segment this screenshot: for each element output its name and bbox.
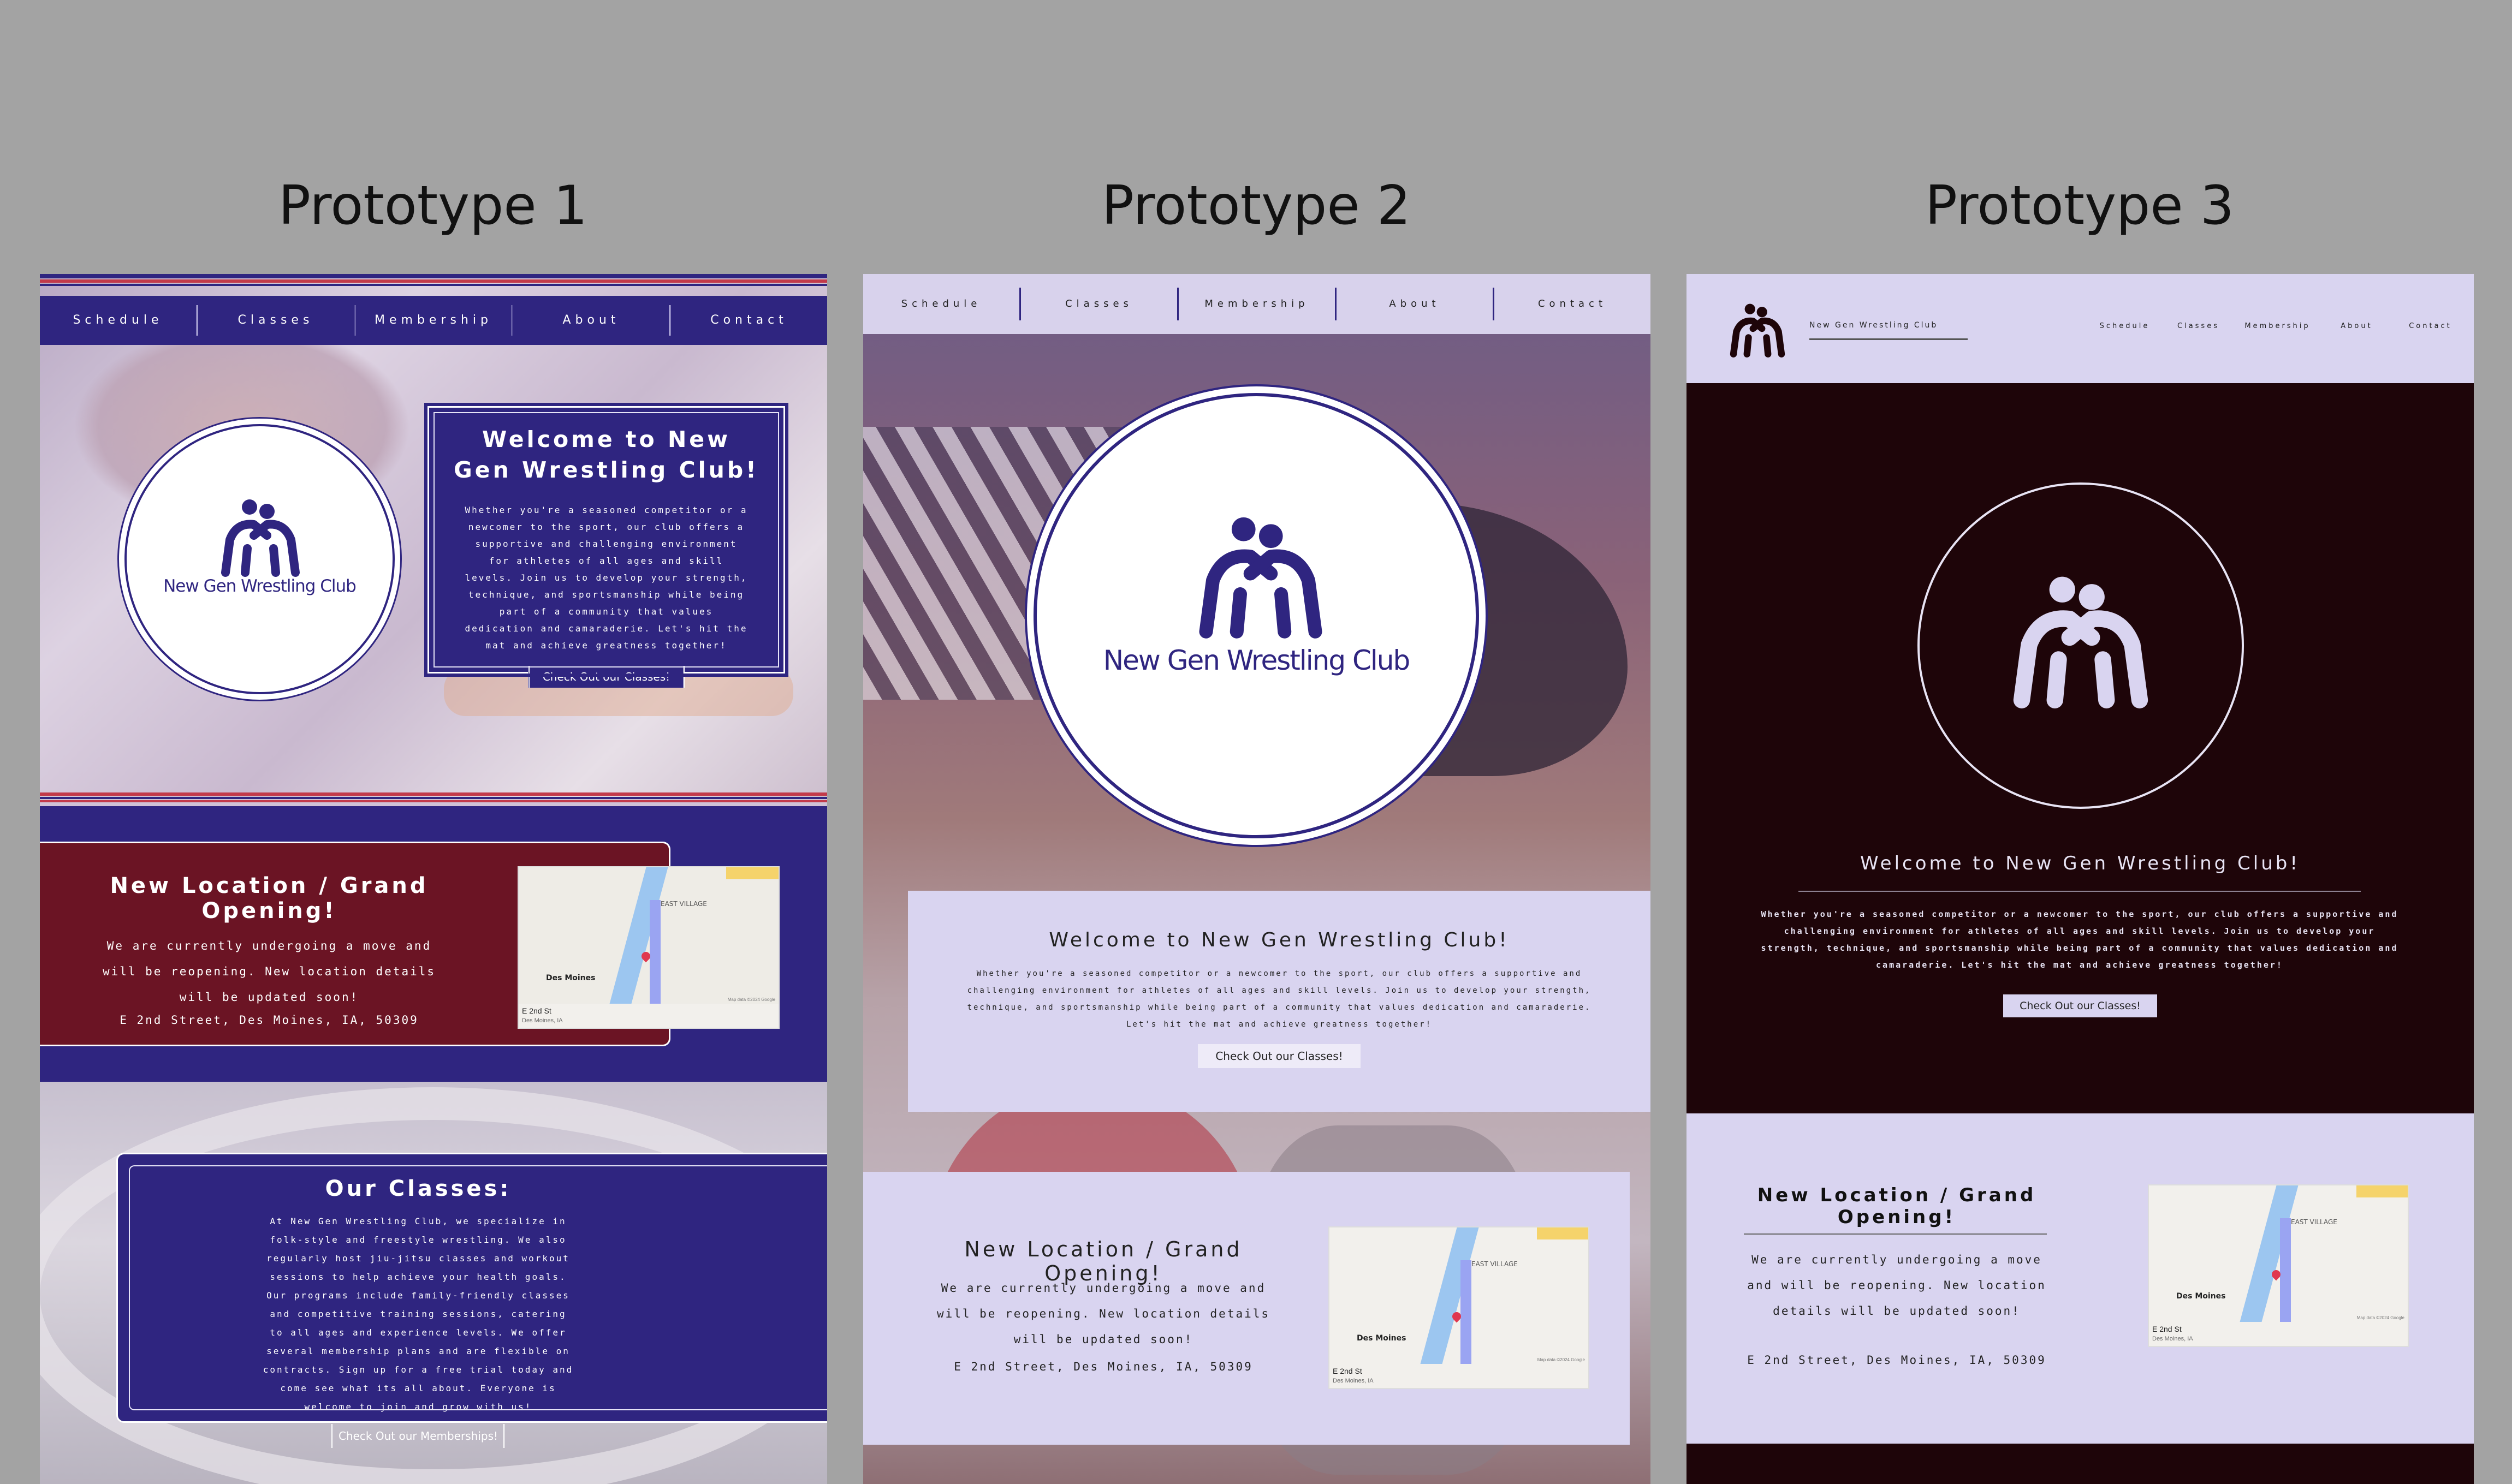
p1-classes-box: Our Classes: At New Gen Wrestling Club, …: [116, 1153, 827, 1448]
p2-logo-circle: New Gen Wrestling Club: [1034, 393, 1479, 838]
p1-location-section: New Location / Grand Opening! We are cur…: [40, 806, 827, 1082]
p2-welcome-body: Whether you're a seasoned competitor or …: [967, 969, 1591, 1029]
mid-stripe-navy: [40, 797, 827, 799]
p1-navbar: Schedule Classes Membership About Contac…: [40, 296, 827, 345]
map-road: [1537, 1227, 1588, 1239]
p3-nav-contact[interactable]: Contact: [2394, 322, 2467, 330]
p3-location-address: E 2nd Street, Des Moines, IA, 50309: [1747, 1354, 2046, 1367]
p2-nav-membership[interactable]: Membership: [1179, 288, 1337, 320]
wrestlers-logo-icon[interactable]: [1719, 299, 1796, 359]
p1-logo-circle: New Gen Wrestling Club: [124, 424, 395, 694]
mid-stripe-red: [40, 792, 827, 796]
top-stripe: [40, 274, 827, 278]
p3-hero: Welcome to New Gen Wrestling Club! Wheth…: [1686, 383, 2474, 1113]
p2-nav-schedule[interactable]: Schedule: [863, 288, 1021, 320]
prototype-2-title: Prototype 2: [1101, 175, 1411, 237]
p1-map[interactable]: EAST VILLAGE Des Moines E 2nd St Des Moi…: [518, 866, 780, 1029]
p3-nav-membership[interactable]: Membership: [2235, 322, 2320, 330]
map-place-sub: Des Moines, IA: [522, 1017, 563, 1024]
map-footer: Map data ©2024 Google: [727, 997, 775, 1002]
p3-welcome-body: Whether you're a seasoned competitor or …: [1761, 909, 2398, 970]
prototype-1-title: Prototype 1: [278, 175, 588, 237]
p2-navbar: Schedule Classes Membership About Contac…: [863, 274, 1650, 334]
map-label-des-moines: Des Moines: [2176, 1292, 2226, 1301]
map-place-name: E 2nd St: [522, 1006, 551, 1015]
p2-nav-about[interactable]: About: [1337, 288, 1494, 320]
map-road: [2356, 1185, 2408, 1197]
p2-nav-classes[interactable]: Classes: [1021, 288, 1179, 320]
p1-nav-schedule[interactable]: Schedule: [40, 305, 198, 336]
map-highway: [2280, 1218, 2291, 1322]
p2-map[interactable]: EAST VILLAGE Des Moines E 2nd St Des Moi…: [1328, 1226, 1589, 1389]
p2-location-address: E 2nd Street, Des Moines, IA, 50309: [954, 1360, 1253, 1373]
prototype-3-title: Prototype 3: [1925, 175, 2235, 237]
p2-nav-contact[interactable]: Contact: [1494, 288, 1650, 320]
p1-check-classes-button[interactable]: Check Out our Classes!: [527, 666, 685, 688]
top-stripe-thin: [40, 284, 827, 286]
map-label-east-village: EAST VILLAGE: [1471, 1260, 1518, 1268]
map-place-name: E 2nd St: [2152, 1325, 2182, 1333]
p2-welcome-btn-wrap: Check Out our Classes!: [941, 1044, 1618, 1068]
p3-welcome-heading: Welcome to New Gen Wrestling Club!: [1860, 853, 2300, 874]
p3-nav: Schedule Classes Membership About Contac…: [2088, 322, 2467, 330]
p3-location-heading: New Location / Grand Opening!: [1757, 1184, 2036, 1228]
mid-stripe-red-2: [40, 800, 827, 802]
p2-welcome-heading: Welcome to New Gen Wrestling Club!: [1049, 929, 1510, 951]
p1-nav-about[interactable]: About: [513, 305, 671, 336]
p1-classes-inner-border: [129, 1165, 827, 1410]
prototype-2-frame: Schedule Classes Membership About Contac…: [863, 274, 1650, 1484]
p2-location-panel: New Location / Grand Opening! We are cur…: [863, 1172, 1630, 1445]
wrestlers-logo-icon: [2013, 576, 2148, 708]
top-stripe-red: [40, 279, 827, 283]
p1-welcome-box: Welcome to New Gen Wrestling Club! Wheth…: [424, 403, 788, 688]
p2-logo-text: New Gen Wrestling Club: [1103, 645, 1410, 676]
p3-welcome-btn-wrap: Check Out our Classes!: [1686, 994, 2474, 1017]
p1-logo-text: New Gen Wrestling Club: [163, 576, 357, 596]
p1-nav-membership[interactable]: Membership: [355, 305, 513, 336]
p3-divider: [1798, 891, 2361, 892]
p3-nav-schedule[interactable]: Schedule: [2088, 322, 2161, 330]
map-place-name: E 2nd St: [1333, 1367, 1362, 1375]
p3-nav-about[interactable]: About: [2320, 322, 2394, 330]
p2-location-body: We are currently undergoing a move and w…: [936, 1282, 1270, 1346]
map-label-des-moines: Des Moines: [1357, 1334, 1406, 1343]
p3-map[interactable]: EAST VILLAGE Des Moines E 2nd St Des Moi…: [2148, 1184, 2409, 1347]
map-road: [726, 867, 779, 879]
prototype-3-frame: New Gen Wrestling Club Schedule Classes …: [1686, 274, 2474, 1484]
p3-header: New Gen Wrestling Club Schedule Classes …: [1686, 274, 2474, 383]
map-highway: [1460, 1260, 1471, 1364]
p1-welcome-body: Whether you're a seasoned competitor or …: [465, 505, 748, 651]
p1-location-body: We are currently undergoing a move and w…: [102, 939, 436, 1004]
p3-check-classes-button[interactable]: Check Out our Classes!: [2003, 994, 2157, 1017]
p3-nav-classes[interactable]: Classes: [2161, 322, 2235, 330]
p1-welcome-heading: Welcome to New Gen Wrestling Club!: [454, 426, 759, 483]
p3-logo-circle: [1917, 482, 2244, 809]
p1-classes-btn-wrap: Check Out our Memberships!: [145, 1424, 691, 1448]
p3-location-divider: [1744, 1233, 2047, 1235]
p1-nav-classes[interactable]: Classes: [198, 305, 355, 336]
p3-location-section: New Location / Grand Opening! We are cur…: [1686, 1113, 2474, 1444]
map-footer: Map data ©2024 Google: [1537, 1357, 1585, 1362]
prototype-showcase: Prototype 1 Prototype 2 Prototype 3 Sche…: [0, 0, 2512, 1484]
map-label-east-village: EAST VILLAGE: [661, 900, 707, 908]
map-place-sub: Des Moines, IA: [2152, 1336, 2193, 1342]
p1-check-memberships-button[interactable]: Check Out our Memberships!: [331, 1424, 506, 1448]
wrestlers-logo-icon: [1199, 517, 1322, 639]
map-label-des-moines: Des Moines: [546, 974, 596, 982]
map-place-sub: Des Moines, IA: [1333, 1378, 1374, 1384]
p2-welcome-panel: Welcome to New Gen Wrestling Club! Wheth…: [908, 891, 1650, 1112]
prototype-1-frame: Schedule Classes Membership About Contac…: [40, 274, 827, 1484]
wrestlers-logo-icon: [221, 499, 300, 577]
p1-location-address: E 2nd Street, Des Moines, IA, 50309: [120, 1014, 419, 1027]
p3-brand-name[interactable]: New Gen Wrestling Club: [1809, 321, 1968, 340]
map-label-east-village: EAST VILLAGE: [2291, 1218, 2337, 1226]
p1-location-heading: New Location / Grand Opening!: [110, 873, 429, 923]
p1-welcome-btn-wrap: Check Out our Classes!: [451, 666, 762, 688]
p3-location-body: We are currently undergoing a move and w…: [1747, 1253, 2046, 1318]
p2-check-classes-button[interactable]: Check Out our Classes!: [1198, 1044, 1361, 1068]
map-highway: [650, 900, 661, 1004]
map-footer: Map data ©2024 Google: [2356, 1315, 2404, 1320]
p1-nav-contact[interactable]: Contact: [671, 305, 827, 336]
